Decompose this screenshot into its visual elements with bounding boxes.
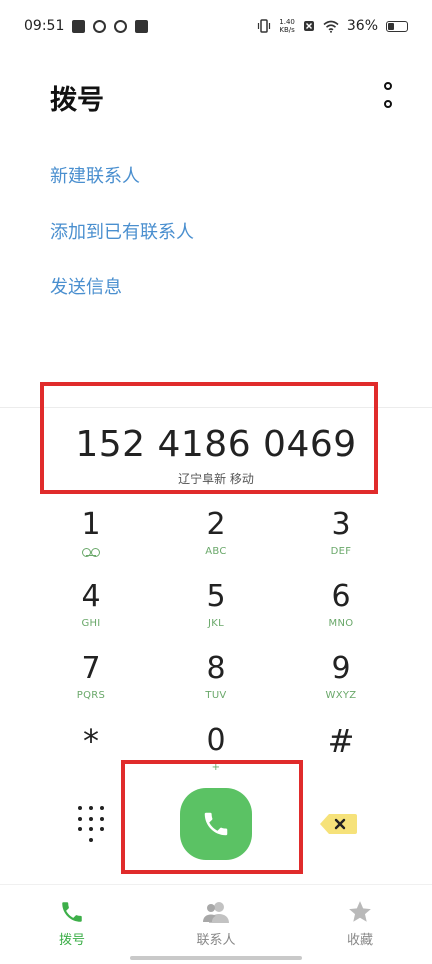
phone-dialer-screen: 09:51 1.40 KB/s 36% 拨号 新建联系人 添加到已有联系人 发送… [0,0,432,964]
home-indicator[interactable] [130,956,302,960]
key-digit: 4 [81,579,101,614]
more-options-button[interactable] [380,82,396,108]
send-message-link[interactable]: 发送信息 [50,273,122,299]
mail-icon [135,19,149,33]
key-letters: ABC [205,546,227,557]
nav-label: 联系人 [196,933,236,948]
key-5[interactable]: 5 JKL [161,580,271,642]
add-to-existing-contact-link[interactable]: 添加到已有联系人 [50,218,194,244]
call-button[interactable] [180,788,252,860]
key-digit: # [327,722,355,760]
key-letters: TUV [205,690,227,701]
bottom-nav: 拨号 联系人 收藏 [0,884,432,964]
more-dot-bottom [384,100,392,108]
dialpad-dot [100,806,104,810]
key-digit: 8 [206,651,226,686]
key-digit: 2 [206,507,226,542]
dialpad-dot [78,806,82,810]
nav-tab-contacts[interactable]: 联系人 [176,899,256,948]
key-letters: WXYZ [325,690,357,701]
battery-percent: 36% [346,18,378,34]
key-letters: DEF [330,546,352,557]
key-6[interactable]: 6 MNO [286,580,396,642]
status-bar: 09:51 1.40 KB/s 36% [0,0,432,52]
nav-tab-favorites[interactable]: 收藏 [320,899,400,948]
key-1[interactable]: 1 [36,508,146,570]
key-3[interactable]: 3 DEF [286,508,396,570]
key-9[interactable]: 9 WXYZ [286,652,396,714]
nav-label: 拨号 [58,933,85,948]
contacts-icon [203,902,229,923]
status-right: 1.40 KB/s 36% [257,18,408,34]
phone-icon [204,812,228,836]
dialpad-dot [78,816,82,821]
key-digit: 7 [81,651,101,686]
status-left: 09:51 [24,18,149,34]
phone-icon [62,902,82,922]
network-speed-value: 1.40 [279,18,295,26]
key-7[interactable]: 7 PQRS [36,652,146,714]
wifi-icon [323,20,339,33]
key-digit: 5 [206,579,226,614]
dialpad-toggle-button[interactable] [76,806,106,842]
no-sim-icon [303,21,314,31]
key-digit: 0 [206,723,226,758]
page-title: 拨号 [50,85,104,116]
sim-icon [72,19,86,33]
network-speed: 1.40 KB/s [279,18,295,34]
more-dot-top [384,82,392,90]
key-letters: MNO [328,618,354,629]
key-letters: GHI [81,618,101,629]
dialpad-dot [100,827,104,831]
dialpad-dot [89,806,93,810]
battery-icon [386,20,408,32]
key-8[interactable]: 8 TUV [161,652,271,714]
key-4[interactable]: 4 GHI [36,580,146,642]
star-icon [349,901,371,922]
key-letters: JKL [208,618,224,629]
vibrate-icon [258,19,271,33]
key-letters: PQRS [76,690,106,701]
key-digit: 3 [331,507,351,542]
network-speed-unit: KB/s [279,26,295,34]
backspace-icon[interactable] [318,812,358,836]
dialpad-dot [89,816,93,821]
app-notification-icon [93,19,107,33]
cat-app-icon [114,19,128,33]
voicemail-icon [82,548,100,557]
dialpad-dot [89,827,93,831]
nav-label: 收藏 [346,933,373,948]
new-contact-link[interactable]: 新建联系人 [50,162,140,188]
dialpad-dot [100,816,104,821]
dialpad-dot [89,837,93,842]
key-digit: 1 [81,507,101,542]
key-digit: 9 [331,651,351,686]
nav-tab-dial[interactable]: 拨号 [32,899,112,948]
key-2[interactable]: 2 ABC [161,508,271,570]
key-digit: * [83,722,99,760]
dialpad-dot [78,827,82,831]
status-time: 09:51 [24,18,65,34]
key-digit: 6 [331,579,351,614]
dialed-number[interactable]: 152 4186 0469 [0,424,432,465]
number-location: 辽宁阜新 移动 [178,472,254,486]
